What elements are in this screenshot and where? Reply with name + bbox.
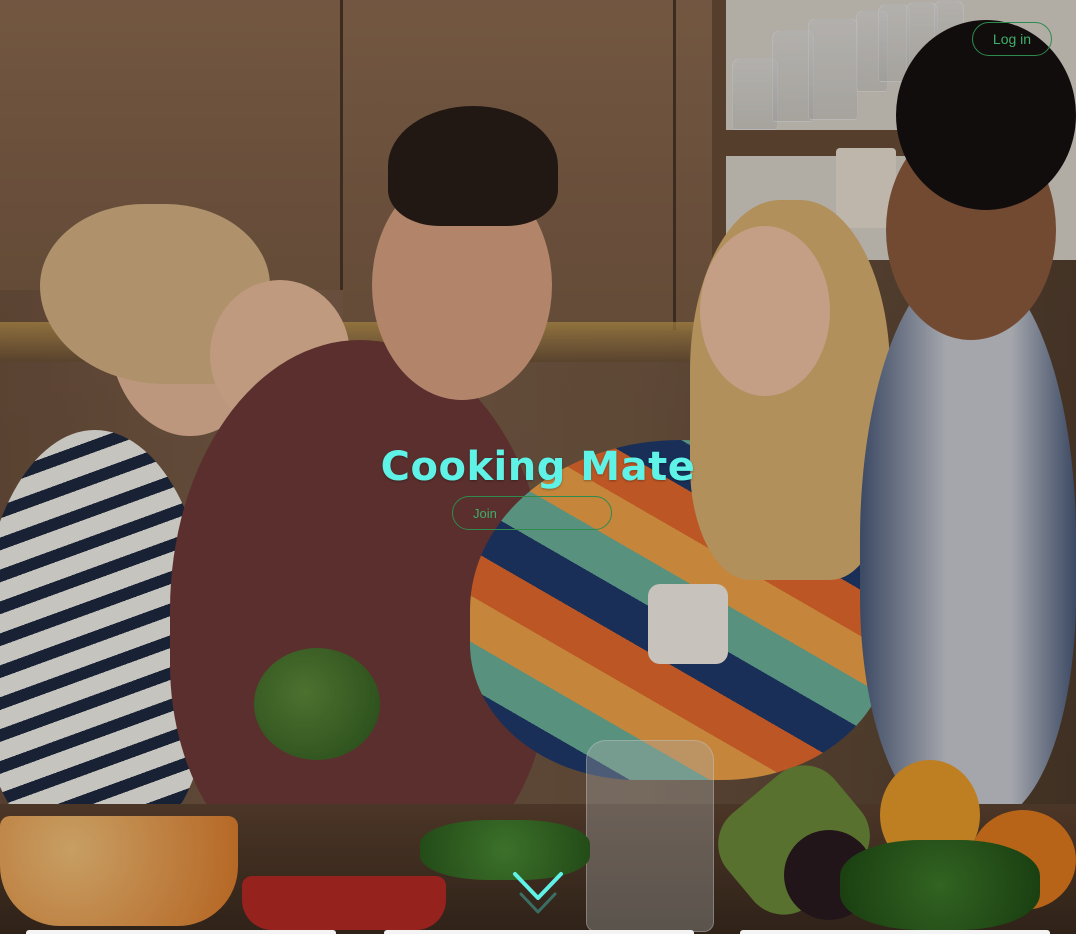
scroll-down-button[interactable]	[511, 868, 565, 922]
join-button[interactable]: Join	[452, 496, 612, 530]
hero-section: Log in Cooking Mate Join	[0, 0, 1076, 934]
card-edge	[384, 930, 694, 934]
next-section-edge	[0, 930, 1076, 934]
chevron-down-icon	[513, 872, 563, 914]
card-edge	[740, 930, 1050, 934]
site-title: Cooking Mate	[380, 444, 696, 490]
card-edge	[26, 930, 336, 934]
login-button[interactable]: Log in	[972, 22, 1052, 56]
